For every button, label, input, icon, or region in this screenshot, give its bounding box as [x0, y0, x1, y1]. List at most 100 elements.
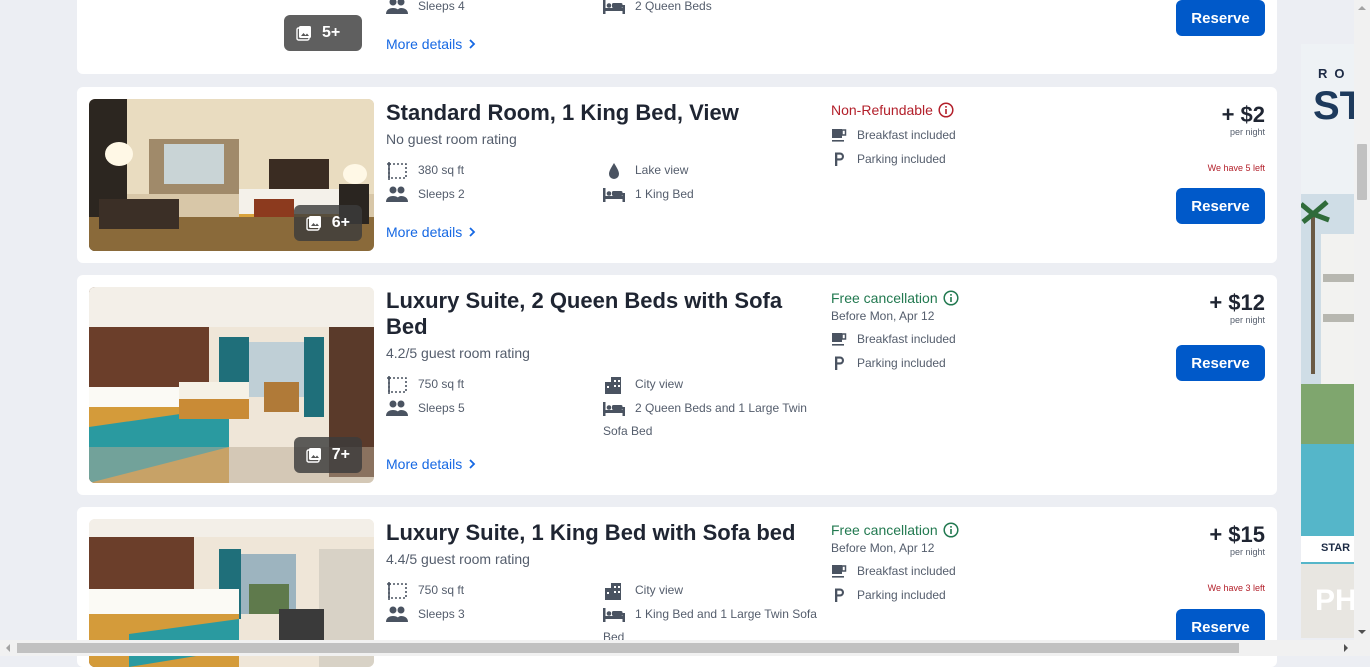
beds-text: 2 Queen Beds: [635, 0, 712, 13]
refund-policy: Non-Refundable: [831, 102, 954, 118]
size-feature: 750 sq ft: [386, 582, 464, 600]
sleeps-text: Sleeps 3: [418, 607, 465, 621]
availability-text: We have 3 left: [1207, 583, 1265, 593]
more-details-label: More details: [386, 36, 463, 52]
ad-text-big: ST: [1313, 84, 1354, 128]
reserve-button[interactable]: Reserve: [1176, 188, 1265, 224]
availability-text: We have 5 left: [1207, 163, 1265, 173]
reserve-button[interactable]: Reserve: [1176, 345, 1265, 381]
cancellation-policy: Free cancellation: [831, 522, 959, 538]
parking-icon: [835, 588, 844, 602]
beds-text: 1 King Bed and 1 Large Twin Sofa: [635, 607, 817, 621]
room-price: + $12: [1209, 290, 1265, 315]
square-footage-icon: [387, 376, 407, 394]
info-icon[interactable]: [943, 290, 959, 306]
scroll-down-arrow-icon[interactable]: [1354, 624, 1370, 640]
photo-gallery-button[interactable]: 5+: [284, 15, 362, 51]
coffee-cup-icon: [832, 129, 847, 142]
sleeps-feature: Sleeps 4: [386, 0, 465, 14]
water-drop-icon: [609, 163, 619, 179]
vertical-scrollbar[interactable]: [1354, 0, 1370, 640]
per-night-label: per night: [1229, 315, 1265, 325]
parking-text: Parking included: [857, 152, 946, 166]
parking-icon: [835, 356, 844, 370]
bed-icon: [603, 402, 625, 416]
view-text: City view: [635, 583, 684, 597]
sleeps-feature: Sleeps 5: [386, 400, 465, 416]
beds-feature: 1 King Bed: [603, 186, 694, 202]
bed-icon: [603, 188, 625, 202]
breakfast-amenity: Breakfast included: [831, 331, 956, 347]
photo-count: 5+: [322, 24, 341, 41]
sleeps-feature: Sleeps 2: [386, 186, 465, 202]
gallery-icon: [306, 216, 321, 231]
photo-count: 7+: [331, 446, 350, 463]
parking-amenity: Parking included: [831, 587, 946, 603]
per-night-label: per night: [1229, 547, 1265, 557]
size-feature: 750 sq ft: [386, 376, 464, 394]
room-photo[interactable]: 6+: [89, 99, 374, 251]
square-footage-icon: [387, 582, 407, 600]
vertical-scrollbar-thumb[interactable]: [1357, 144, 1367, 200]
beds-feature: 2 Queen Beds and 1 Large Twin: [603, 400, 807, 416]
photo-gallery-button[interactable]: 6+: [293, 205, 362, 241]
photo-count: 6+: [331, 214, 350, 231]
info-icon[interactable]: [938, 102, 954, 118]
beds-text-continued: Sofa Bed: [603, 424, 653, 438]
size-text: 750 sq ft: [418, 377, 465, 391]
reserve-button[interactable]: Reserve: [1176, 0, 1265, 36]
parking-amenity: Parking included: [831, 151, 946, 167]
scroll-up-arrow-icon[interactable]: [1354, 0, 1370, 16]
room-price: + $2: [1221, 102, 1265, 127]
scroll-left-arrow-icon[interactable]: [0, 640, 16, 656]
people-icon: [386, 606, 408, 622]
size-text: 750 sq ft: [418, 583, 465, 597]
per-night-label: per night: [1229, 127, 1265, 137]
more-details-label: More details: [386, 224, 463, 240]
room-rating: No guest room rating: [386, 131, 517, 147]
breakfast-text: Breakfast included: [857, 564, 956, 578]
coffee-cup-icon: [832, 565, 847, 578]
size-feature: 380 sq ft: [386, 162, 464, 180]
horizontal-scrollbar[interactable]: [0, 640, 1370, 656]
sleeps-text: Sleeps 5: [418, 401, 465, 415]
photo-gallery-button[interactable]: 7+: [293, 437, 362, 473]
view-text: Lake view: [635, 163, 689, 177]
parking-text: Parking included: [857, 588, 946, 602]
parking-text: Parking included: [857, 356, 946, 370]
sleeps-feature: Sleeps 3: [386, 606, 465, 622]
parking-icon: [835, 152, 844, 166]
room-card: 5+ Sleeps 4 2 Queen Beds More details Re…: [77, 0, 1277, 74]
view-text: City view: [635, 377, 684, 391]
info-icon[interactable]: [943, 522, 959, 538]
beds-feature: 1 King Bed and 1 Large Twin Sofa: [603, 606, 817, 622]
people-icon: [386, 0, 408, 14]
view-feature: City view: [603, 376, 683, 394]
scroll-right-arrow-icon[interactable]: [1338, 640, 1354, 656]
chevron-right-icon: [469, 39, 476, 49]
ad-text-ph: PH: [1315, 584, 1354, 617]
room-title: Standard Room, 1 King Bed, View: [386, 100, 739, 125]
horizontal-scrollbar-thumb[interactable]: [17, 643, 1239, 653]
cancellation-policy: Free cancellation: [831, 290, 959, 306]
more-details-link[interactable]: More details: [386, 36, 476, 52]
gallery-icon: [296, 26, 311, 41]
coffee-cup-icon: [832, 333, 847, 346]
view-feature: Lake view: [603, 162, 688, 180]
gallery-icon: [306, 448, 321, 463]
more-details-link[interactable]: More details: [386, 224, 476, 240]
beds-text: 2 Queen Beds and 1 Large Twin: [635, 401, 807, 415]
room-photo[interactable]: 7+: [89, 287, 374, 483]
beds-feature: 2 Queen Beds: [603, 0, 712, 14]
room-price: + $15: [1209, 522, 1265, 547]
square-footage-icon: [387, 162, 407, 180]
ad-text-start: STAR: [1321, 542, 1351, 554]
city-icon: [605, 377, 621, 394]
beds-text: 1 King Bed: [635, 187, 694, 201]
more-details-link[interactable]: More details: [386, 456, 476, 472]
chevron-right-icon: [469, 459, 476, 469]
advertisement-banner[interactable]: RO ST STAR PH: [1301, 44, 1354, 638]
city-icon: [605, 583, 621, 600]
bed-icon: [603, 0, 625, 14]
room-rating: 4.4/5 guest room rating: [386, 551, 530, 567]
